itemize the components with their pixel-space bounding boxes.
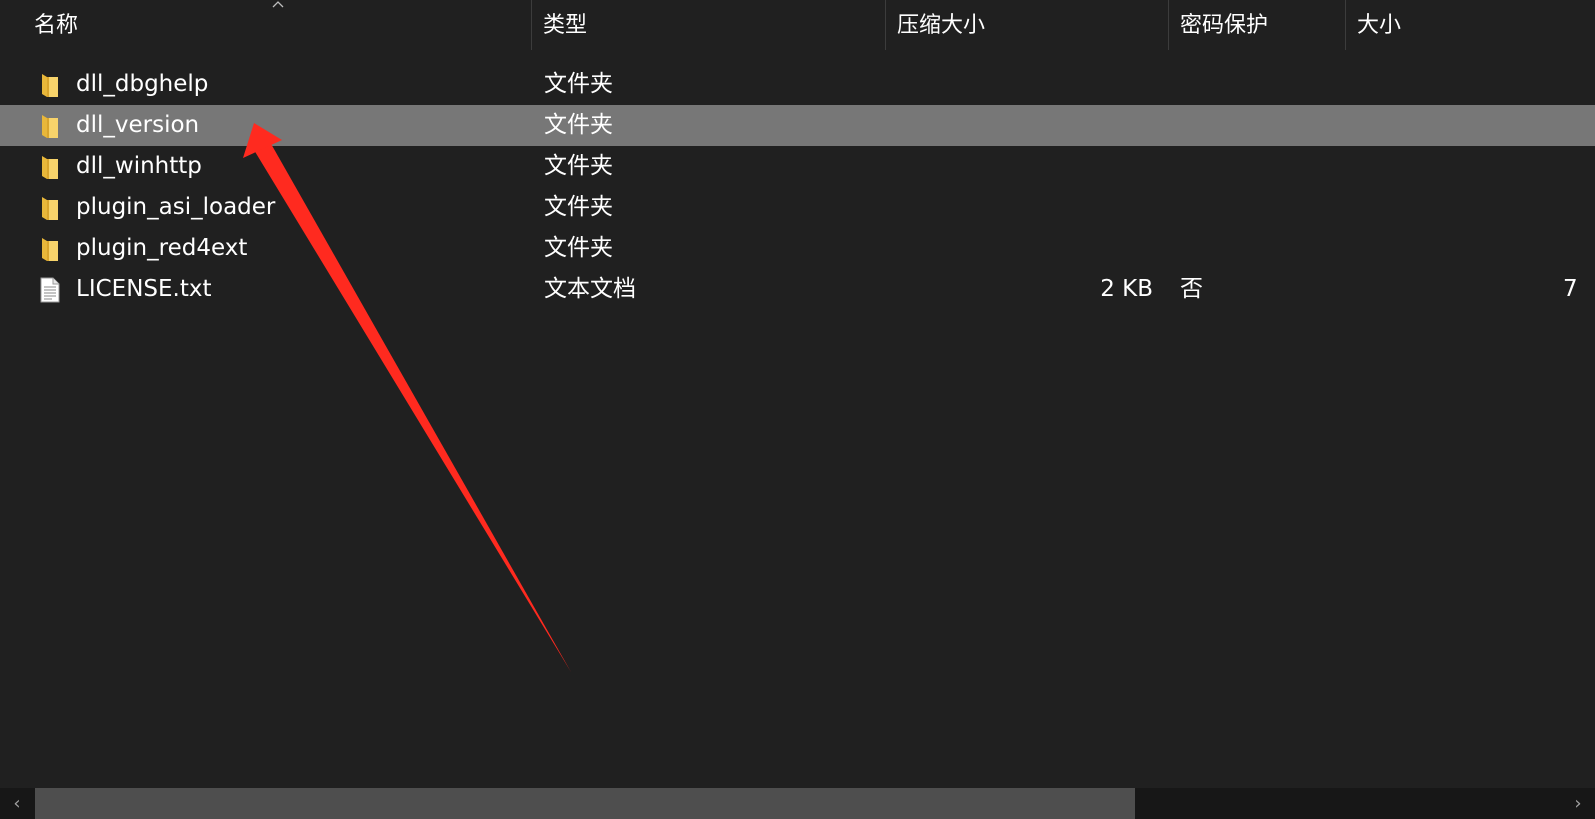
chevron-left-icon[interactable]: ‹ [0,788,34,819]
column-divider[interactable] [885,0,886,50]
column-header-size[interactable]: 大小 [1357,0,1401,50]
file-compressed-size: 2 KB [1100,276,1153,302]
file-name: dll_dbghelp [76,71,209,97]
folder-icon [42,156,58,179]
file-name: plugin_red4ext [76,235,248,261]
file-list: dll_dbghelp 文件夹 dll_version 文件夹 dll_winh… [0,64,1595,310]
column-header-password[interactable]: 密码保护 [1180,0,1268,50]
chevron-up-icon [272,1,284,8]
scrollbar-thumb[interactable] [35,788,1135,819]
file-row-dll-dbghelp[interactable]: dll_dbghelp 文件夹 [0,64,1595,105]
file-name: plugin_asi_loader [76,194,276,220]
file-explorer-window: 名称 类型 压缩大小 密码保护 大小 dll_dbghelp 文件夹 dll_v… [0,0,1595,819]
column-divider[interactable] [1168,0,1169,50]
column-header-type[interactable]: 类型 [543,0,587,50]
file-type: 文件夹 [544,235,613,261]
column-divider[interactable] [531,0,532,50]
file-row-dll-winhttp[interactable]: dll_winhttp 文件夹 [0,146,1595,187]
column-header-bar: 名称 类型 压缩大小 密码保护 大小 [0,0,1595,50]
column-header-compressed-size[interactable]: 压缩大小 [897,0,985,50]
column-header-name[interactable]: 名称 [34,0,78,50]
column-divider[interactable] [1345,0,1346,50]
folder-icon [42,74,58,97]
file-row-license-txt[interactable]: LICENSE.txt 文本文档 2 KB 否 7 [0,269,1595,310]
file-row-plugin-red4ext[interactable]: plugin_red4ext 文件夹 [0,228,1595,269]
file-name: dll_winhttp [76,153,202,179]
file-type: 文件夹 [544,71,613,97]
horizontal-scrollbar[interactable]: ‹ › [0,788,1595,819]
file-name: dll_version [76,112,200,138]
file-password-protected: 否 [1180,276,1203,302]
file-type: 文件夹 [544,112,613,138]
file-row-plugin-asi-loader[interactable]: plugin_asi_loader 文件夹 [0,187,1595,228]
folder-icon [42,238,58,261]
file-type: 文件夹 [544,194,613,220]
file-type: 文本文档 [544,276,636,302]
folder-icon [42,115,58,138]
file-row-dll-version[interactable]: dll_version 文件夹 [0,105,1595,146]
file-name: LICENSE.txt [76,276,212,302]
file-type: 文件夹 [544,153,613,179]
chevron-right-icon[interactable]: › [1561,788,1595,819]
text-file-icon [40,277,60,303]
folder-icon [42,197,58,220]
file-size: 7 [1563,276,1578,302]
